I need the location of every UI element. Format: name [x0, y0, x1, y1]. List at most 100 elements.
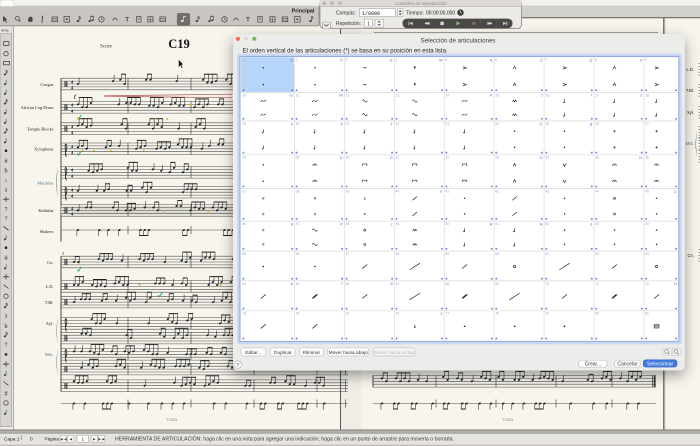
svg-text:z: z [364, 197, 366, 201]
svg-text:1/0000: 1/0000 [362, 11, 380, 17]
svg-text:74: 74 [296, 312, 300, 316]
svg-text:C19: C19 [168, 37, 190, 51]
svg-text:51: 51 [495, 222, 499, 226]
svg-text:R: R [490, 221, 493, 226]
svg-text:Kalimba: Kalimba [38, 208, 53, 213]
svg-text:Controles de reproducción: Controles de reproducción [395, 1, 447, 6]
svg-text:35: 35 [595, 156, 599, 160]
svg-text:5: 5 [445, 58, 447, 62]
svg-text:L.D.: L.D. [45, 284, 53, 289]
svg-text:37: 37 [242, 190, 246, 194]
svg-text:G: G [290, 93, 293, 98]
svg-text:S: S [290, 58, 293, 63]
svg-text:75: 75 [346, 312, 350, 316]
svg-text:Shakers: Shakers [40, 229, 54, 234]
svg-text:18: 18 [645, 93, 649, 97]
svg-text:Mover hacia abajo: Mover hacia abajo [329, 350, 369, 356]
svg-text:Marimba: Marimba [37, 180, 53, 185]
svg-text:34: 34 [545, 156, 549, 160]
svg-text:72: 72 [645, 282, 649, 286]
svg-text:Crear...: Crear... [585, 362, 601, 368]
svg-text:z: z [414, 324, 416, 329]
svg-text:41: 41 [445, 190, 449, 194]
svg-text:28: 28 [242, 156, 246, 160]
svg-text:67: 67 [396, 282, 400, 286]
svg-text:53: 53 [595, 222, 599, 226]
svg-text:1: 1 [367, 21, 370, 27]
svg-text:J: J [541, 93, 543, 98]
svg-text:Seleccionar: Seleccionar [647, 361, 673, 367]
svg-text:58: 58 [396, 252, 400, 256]
svg-text:27: 27 [645, 122, 649, 126]
svg-text:25: 25 [545, 122, 549, 126]
svg-text:I: I [591, 93, 592, 98]
svg-text:32: 32 [445, 156, 449, 160]
svg-text:►►: ►► [98, 436, 106, 441]
svg-text:0: 0 [30, 436, 33, 442]
svg-text:81: 81 [645, 312, 649, 316]
svg-text:HERRAMIENTA DE ARTICULACIÓN: h: HERRAMIENTA DE ARTICULACIÓN: haga clic e… [115, 435, 454, 442]
svg-text:44: 44 [595, 190, 599, 194]
svg-text:54: 54 [645, 222, 649, 226]
svg-text:V: V [640, 58, 643, 63]
svg-text:Mover hacia arriba: Mover hacia arriba [374, 350, 414, 356]
svg-text:4: 4 [396, 58, 398, 62]
svg-text:T.Bl.: T.Bl. [686, 88, 694, 93]
svg-text:Xyl.: Xyl. [687, 110, 694, 115]
svg-text:Cn.: Cn. [47, 260, 53, 265]
svg-text:M: M [339, 93, 342, 98]
svg-text:H: H [674, 281, 677, 286]
svg-text:56: 56 [296, 252, 300, 256]
svg-text:26: 26 [595, 122, 599, 126]
svg-text:15: 15 [495, 93, 499, 97]
svg-text:X: X [340, 58, 343, 63]
svg-text:71: 71 [595, 282, 599, 286]
svg-text:Temple Blocks: Temple Blocks [27, 126, 54, 131]
svg-text:b: b [5, 169, 8, 175]
svg-text:C: C [674, 189, 677, 194]
svg-text:30: 30 [346, 156, 350, 160]
svg-text:♮: ♮ [5, 178, 7, 184]
svg-text:60: 60 [495, 252, 499, 256]
svg-text:77: 77 [445, 312, 449, 316]
svg-text:Cancelar: Cancelar [617, 362, 637, 368]
svg-text:46: 46 [242, 222, 246, 226]
svg-text:Simp: Simp [1, 29, 9, 33]
svg-text:1: 1 [81, 437, 84, 443]
svg-text:►: ► [92, 436, 96, 441]
svg-text:Cn.: Cn. [687, 253, 694, 258]
svg-text:11: 11 [296, 93, 300, 97]
svg-text:Principal: Principal [292, 9, 315, 15]
svg-text:Repetición:: Repetición: [336, 21, 361, 27]
svg-text:B: B [590, 121, 593, 126]
svg-text:16: 16 [545, 93, 549, 97]
svg-text:13: 13 [396, 93, 400, 97]
svg-text:57: 57 [346, 252, 350, 256]
svg-text:52: 52 [545, 222, 549, 226]
svg-text:19: 19 [242, 122, 246, 126]
svg-text:22: 22 [396, 122, 400, 126]
svg-text:A: A [490, 58, 493, 63]
svg-text:12: 12 [346, 93, 350, 97]
svg-text:47: 47 [296, 222, 300, 226]
svg-text:Selección de articulaciones: Selección de articulaciones [421, 37, 496, 44]
svg-text:78: 78 [495, 312, 499, 316]
svg-text:Página:: Página: [45, 436, 61, 441]
svg-text:Q: Q [589, 58, 592, 63]
svg-text:31: 31 [396, 156, 400, 160]
svg-text:40: 40 [396, 190, 400, 194]
svg-text:◄◄: ◄◄ [59, 436, 67, 441]
svg-text:20: 20 [296, 122, 300, 126]
svg-text:E: E [390, 58, 393, 63]
svg-text:63: 63 [645, 252, 649, 256]
svg-text:64: 64 [242, 282, 246, 286]
svg-text:24: 24 [495, 122, 499, 126]
svg-text:10: 10 [242, 93, 246, 97]
svg-text:African Log Drum: African Log Drum [21, 105, 55, 110]
svg-text:?: ? [5, 207, 8, 213]
svg-text:T.Bl.: T.Bl. [45, 300, 54, 305]
svg-text:◄: ◄ [69, 436, 73, 441]
svg-text:Eliminar: Eliminar [303, 350, 321, 356]
svg-text:O: O [539, 155, 542, 160]
svg-text:49: 49 [396, 222, 400, 226]
